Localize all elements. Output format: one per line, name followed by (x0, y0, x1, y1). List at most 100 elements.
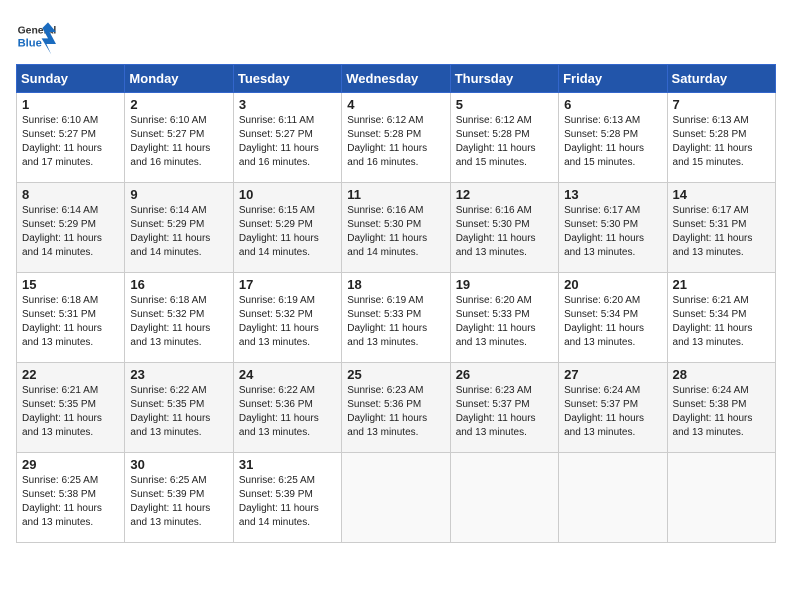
day-header-thursday: Thursday (450, 65, 558, 93)
page-header: General Blue (16, 16, 776, 56)
day-number: 26 (456, 367, 553, 382)
calendar-cell (559, 453, 667, 543)
svg-text:Blue: Blue (18, 37, 42, 49)
day-info: Sunrise: 6:13 AM Sunset: 5:28 PM Dayligh… (673, 114, 770, 170)
day-number: 6 (564, 97, 661, 112)
calendar-cell: 24Sunrise: 6:22 AM Sunset: 5:36 PM Dayli… (233, 363, 341, 453)
day-info: Sunrise: 6:10 AM Sunset: 5:27 PM Dayligh… (130, 114, 227, 170)
day-info: Sunrise: 6:25 AM Sunset: 5:38 PM Dayligh… (22, 474, 119, 530)
day-info: Sunrise: 6:17 AM Sunset: 5:30 PM Dayligh… (564, 204, 661, 260)
day-info: Sunrise: 6:25 AM Sunset: 5:39 PM Dayligh… (130, 474, 227, 530)
day-number: 9 (130, 187, 227, 202)
day-number: 15 (22, 277, 119, 292)
calendar-cell: 16 Sunrise: 6:18 AM Sunset: 5:32 PM Dayli… (125, 273, 233, 363)
calendar-cell: 31 Sunrise: 6:25 AM Sunset: 5:39 PM Dayli… (233, 453, 341, 543)
calendar-cell: 7 Sunrise: 6:13 AM Sunset: 5:28 PM Daylig… (667, 93, 775, 183)
calendar-cell: 20 Sunrise: 6:20 AM Sunset: 5:34 PM Dayli… (559, 273, 667, 363)
calendar-cell: 4 Sunrise: 6:12 AM Sunset: 5:28 PM Daylig… (342, 93, 450, 183)
day-info: Sunrise: 6:15 AM Sunset: 5:29 PM Dayligh… (239, 204, 336, 260)
day-number: 17 (239, 277, 336, 292)
day-header-friday: Friday (559, 65, 667, 93)
day-info: Sunrise: 6:21 AM Sunset: 5:35 PM Dayligh… (22, 384, 119, 440)
day-info: Sunrise: 6:11 AM Sunset: 5:27 PM Dayligh… (239, 114, 336, 170)
day-info: Sunrise: 6:19 AM Sunset: 5:33 PM Dayligh… (347, 294, 444, 350)
day-info: Sunrise: 6:24 AM Sunset: 5:38 PM Dayligh… (673, 384, 770, 440)
day-number: 28 (673, 367, 770, 382)
calendar-cell: 1 Sunrise: 6:10 AM Sunset: 5:27 PM Daylig… (17, 93, 125, 183)
calendar-cell: 11 Sunrise: 6:16 AM Sunset: 5:30 PM Dayli… (342, 183, 450, 273)
day-number: 2 (130, 97, 227, 112)
day-info: Sunrise: 6:18 AM Sunset: 5:32 PM Dayligh… (130, 294, 227, 350)
day-info: Sunrise: 6:10 AM Sunset: 5:27 PM Dayligh… (22, 114, 119, 170)
day-number: 10 (239, 187, 336, 202)
day-number: 16 (130, 277, 227, 292)
day-info: Sunrise: 6:23 AM Sunset: 5:36 PM Dayligh… (347, 384, 444, 440)
calendar-cell: 30 Sunrise: 6:25 AM Sunset: 5:39 PM Dayli… (125, 453, 233, 543)
calendar-cell: 2 Sunrise: 6:10 AM Sunset: 5:27 PM Daylig… (125, 93, 233, 183)
calendar-cell: 22 Sunrise: 6:21 AM Sunset: 5:35 PM Dayli… (17, 363, 125, 453)
calendar-cell: 8Sunrise: 6:14 AM Sunset: 5:29 PM Daylig… (17, 183, 125, 273)
day-number: 18 (347, 277, 444, 292)
calendar-cell: 27Sunrise: 6:24 AM Sunset: 5:37 PM Dayli… (559, 363, 667, 453)
day-info: Sunrise: 6:25 AM Sunset: 5:39 PM Dayligh… (239, 474, 336, 530)
day-info: Sunrise: 6:22 AM Sunset: 5:35 PM Dayligh… (130, 384, 227, 440)
calendar-cell (450, 453, 558, 543)
day-info: Sunrise: 6:17 AM Sunset: 5:31 PM Dayligh… (673, 204, 770, 260)
calendar-cell: 19Sunrise: 6:20 AM Sunset: 5:33 PM Dayli… (450, 273, 558, 363)
day-info: Sunrise: 6:24 AM Sunset: 5:37 PM Dayligh… (564, 384, 661, 440)
day-number: 4 (347, 97, 444, 112)
day-header-wednesday: Wednesday (342, 65, 450, 93)
day-number: 7 (673, 97, 770, 112)
day-info: Sunrise: 6:14 AM Sunset: 5:29 PM Dayligh… (130, 204, 227, 260)
calendar-cell: 18 Sunrise: 6:19 AM Sunset: 5:33 PM Dayli… (342, 273, 450, 363)
day-info: Sunrise: 6:23 AM Sunset: 5:37 PM Dayligh… (456, 384, 553, 440)
day-header-monday: Monday (125, 65, 233, 93)
logo-icon: General Blue (16, 16, 56, 56)
day-header-sunday: Sunday (17, 65, 125, 93)
day-number: 14 (673, 187, 770, 202)
day-number: 31 (239, 457, 336, 472)
day-number: 3 (239, 97, 336, 112)
calendar-cell: 15Sunrise: 6:18 AM Sunset: 5:31 PM Dayli… (17, 273, 125, 363)
calendar-cell: 13 Sunrise: 6:17 AM Sunset: 5:30 PM Dayli… (559, 183, 667, 273)
calendar-cell: 10 Sunrise: 6:15 AM Sunset: 5:29 PM Dayli… (233, 183, 341, 273)
day-info: Sunrise: 6:16 AM Sunset: 5:30 PM Dayligh… (347, 204, 444, 260)
calendar-cell: 14 Sunrise: 6:17 AM Sunset: 5:31 PM Dayli… (667, 183, 775, 273)
day-info: Sunrise: 6:13 AM Sunset: 5:28 PM Dayligh… (564, 114, 661, 170)
calendar-table: SundayMondayTuesdayWednesdayThursdayFrid… (16, 64, 776, 543)
day-number: 29 (22, 457, 119, 472)
calendar-cell: 26 Sunrise: 6:23 AM Sunset: 5:37 PM Dayli… (450, 363, 558, 453)
day-number: 21 (673, 277, 770, 292)
calendar-cell: 21Sunrise: 6:21 AM Sunset: 5:34 PM Dayli… (667, 273, 775, 363)
logo: General Blue (16, 16, 60, 56)
calendar-cell: 12 Sunrise: 6:16 AM Sunset: 5:30 PM Dayli… (450, 183, 558, 273)
day-info: Sunrise: 6:22 AM Sunset: 5:36 PM Dayligh… (239, 384, 336, 440)
calendar-cell: 17 Sunrise: 6:19 AM Sunset: 5:32 PM Dayli… (233, 273, 341, 363)
day-number: 25 (347, 367, 444, 382)
day-number: 11 (347, 187, 444, 202)
day-number: 13 (564, 187, 661, 202)
calendar-cell: 23 Sunrise: 6:22 AM Sunset: 5:35 PM Dayli… (125, 363, 233, 453)
calendar-cell: 9 Sunrise: 6:14 AM Sunset: 5:29 PM Daylig… (125, 183, 233, 273)
day-info: Sunrise: 6:20 AM Sunset: 5:33 PM Dayligh… (456, 294, 553, 350)
day-number: 12 (456, 187, 553, 202)
calendar-cell: 25 Sunrise: 6:23 AM Sunset: 5:36 PM Dayli… (342, 363, 450, 453)
calendar-cell: 3 Sunrise: 6:11 AM Sunset: 5:27 PM Daylig… (233, 93, 341, 183)
day-header-tuesday: Tuesday (233, 65, 341, 93)
day-info: Sunrise: 6:16 AM Sunset: 5:30 PM Dayligh… (456, 204, 553, 260)
calendar-cell: 5Sunrise: 6:12 AM Sunset: 5:28 PM Daylig… (450, 93, 558, 183)
day-header-saturday: Saturday (667, 65, 775, 93)
day-info: Sunrise: 6:14 AM Sunset: 5:29 PM Dayligh… (22, 204, 119, 260)
day-number: 30 (130, 457, 227, 472)
day-number: 23 (130, 367, 227, 382)
calendar-cell: 6 Sunrise: 6:13 AM Sunset: 5:28 PM Daylig… (559, 93, 667, 183)
day-info: Sunrise: 6:12 AM Sunset: 5:28 PM Dayligh… (347, 114, 444, 170)
day-number: 20 (564, 277, 661, 292)
day-number: 1 (22, 97, 119, 112)
day-number: 5 (456, 97, 553, 112)
day-info: Sunrise: 6:19 AM Sunset: 5:32 PM Dayligh… (239, 294, 336, 350)
calendar-cell (667, 453, 775, 543)
day-number: 22 (22, 367, 119, 382)
calendar-cell: 29 Sunrise: 6:25 AM Sunset: 5:38 PM Dayli… (17, 453, 125, 543)
day-info: Sunrise: 6:20 AM Sunset: 5:34 PM Dayligh… (564, 294, 661, 350)
